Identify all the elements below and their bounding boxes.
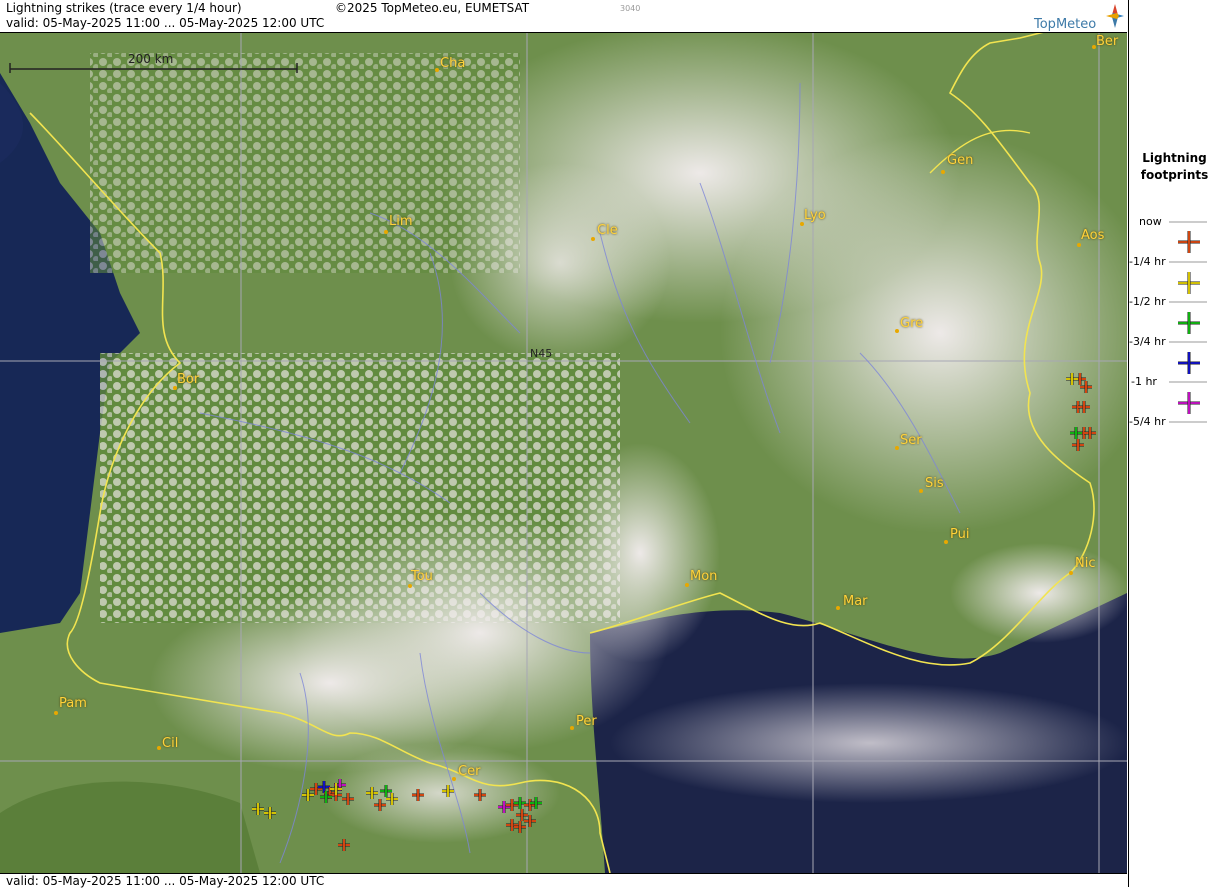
compass-icon	[1106, 4, 1124, 28]
logo-text: TopMeteo	[1034, 17, 1097, 32]
lightning-strike-marker	[264, 807, 276, 819]
legend-strike-symbol	[1178, 392, 1200, 414]
lightning-strike-marker	[386, 793, 398, 805]
header-bar: Lightning strikes (trace every 1/4 hour)…	[0, 0, 1127, 33]
lightning-strike-marker	[514, 821, 526, 833]
lightning-strike-marker	[412, 789, 424, 801]
lightning-strike-marker	[342, 793, 354, 805]
lightning-strike-marker	[1084, 427, 1096, 439]
lightning-strike-marker	[366, 787, 378, 799]
lightning-strike-marker	[524, 815, 536, 827]
lightning-strikes-layer	[252, 373, 1096, 851]
valid-time-header: valid: 05-May-2025 11:00 ... 05-May-2025…	[6, 16, 325, 30]
lightning-strike-marker	[514, 797, 526, 809]
lightning-strike-marker	[318, 781, 330, 793]
lightning-strike-marker	[1070, 427, 1082, 439]
lightning-strike-marker	[1080, 381, 1092, 393]
lightning-strike-marker	[302, 789, 314, 801]
lightning-strike-marker	[1078, 401, 1090, 413]
copyright-text: ©2025 TopMeteo.eu, EUMETSAT	[335, 1, 530, 15]
legend-strike-symbol	[1178, 231, 1200, 253]
lightning-strike-marker	[380, 785, 392, 797]
lightning-strike-marker	[506, 799, 518, 811]
legend-strike-symbol	[1178, 352, 1200, 374]
footer-bar: valid: 05-May-2025 11:00 ... 05-May-2025…	[0, 873, 1127, 888]
legend-symbols	[1169, 221, 1207, 423]
lightning-strike-marker	[524, 799, 536, 811]
topmeteo-logo[interactable]: TopMeteo	[1030, 2, 1126, 32]
lightning-strike-marker	[498, 801, 510, 813]
valid-time-footer: valid: 05-May-2025 11:00 ... 05-May-2025…	[6, 874, 325, 888]
lightning-strike-marker	[442, 785, 454, 797]
legend-strike-symbol	[1178, 272, 1200, 294]
lightning-strike-marker	[516, 809, 528, 821]
lightning-strike-marker	[474, 789, 486, 801]
map-title: Lightning strikes (trace every 1/4 hour)	[6, 1, 242, 15]
image-code: 3040	[620, 4, 641, 13]
lightning-strike-marker	[1066, 373, 1078, 385]
satellite-map[interactable]: 200 km N45 Ber Cha Gen Lim Cle Lyo Aos G…	[0, 33, 1127, 873]
lightning-strike-marker	[338, 839, 350, 851]
lightning-strike-marker	[252, 803, 264, 815]
legend-strike-symbol	[1178, 312, 1200, 334]
lightning-strike-marker	[506, 819, 518, 831]
lightning-legend: Lightning footprints now -1/4 hr -1/2 hr…	[1128, 0, 1219, 887]
lightning-strike-marker	[530, 797, 542, 809]
lightning-strike-marker	[310, 783, 322, 795]
lightning-strike-marker	[374, 799, 386, 811]
lightning-strike-marker	[1072, 439, 1084, 451]
